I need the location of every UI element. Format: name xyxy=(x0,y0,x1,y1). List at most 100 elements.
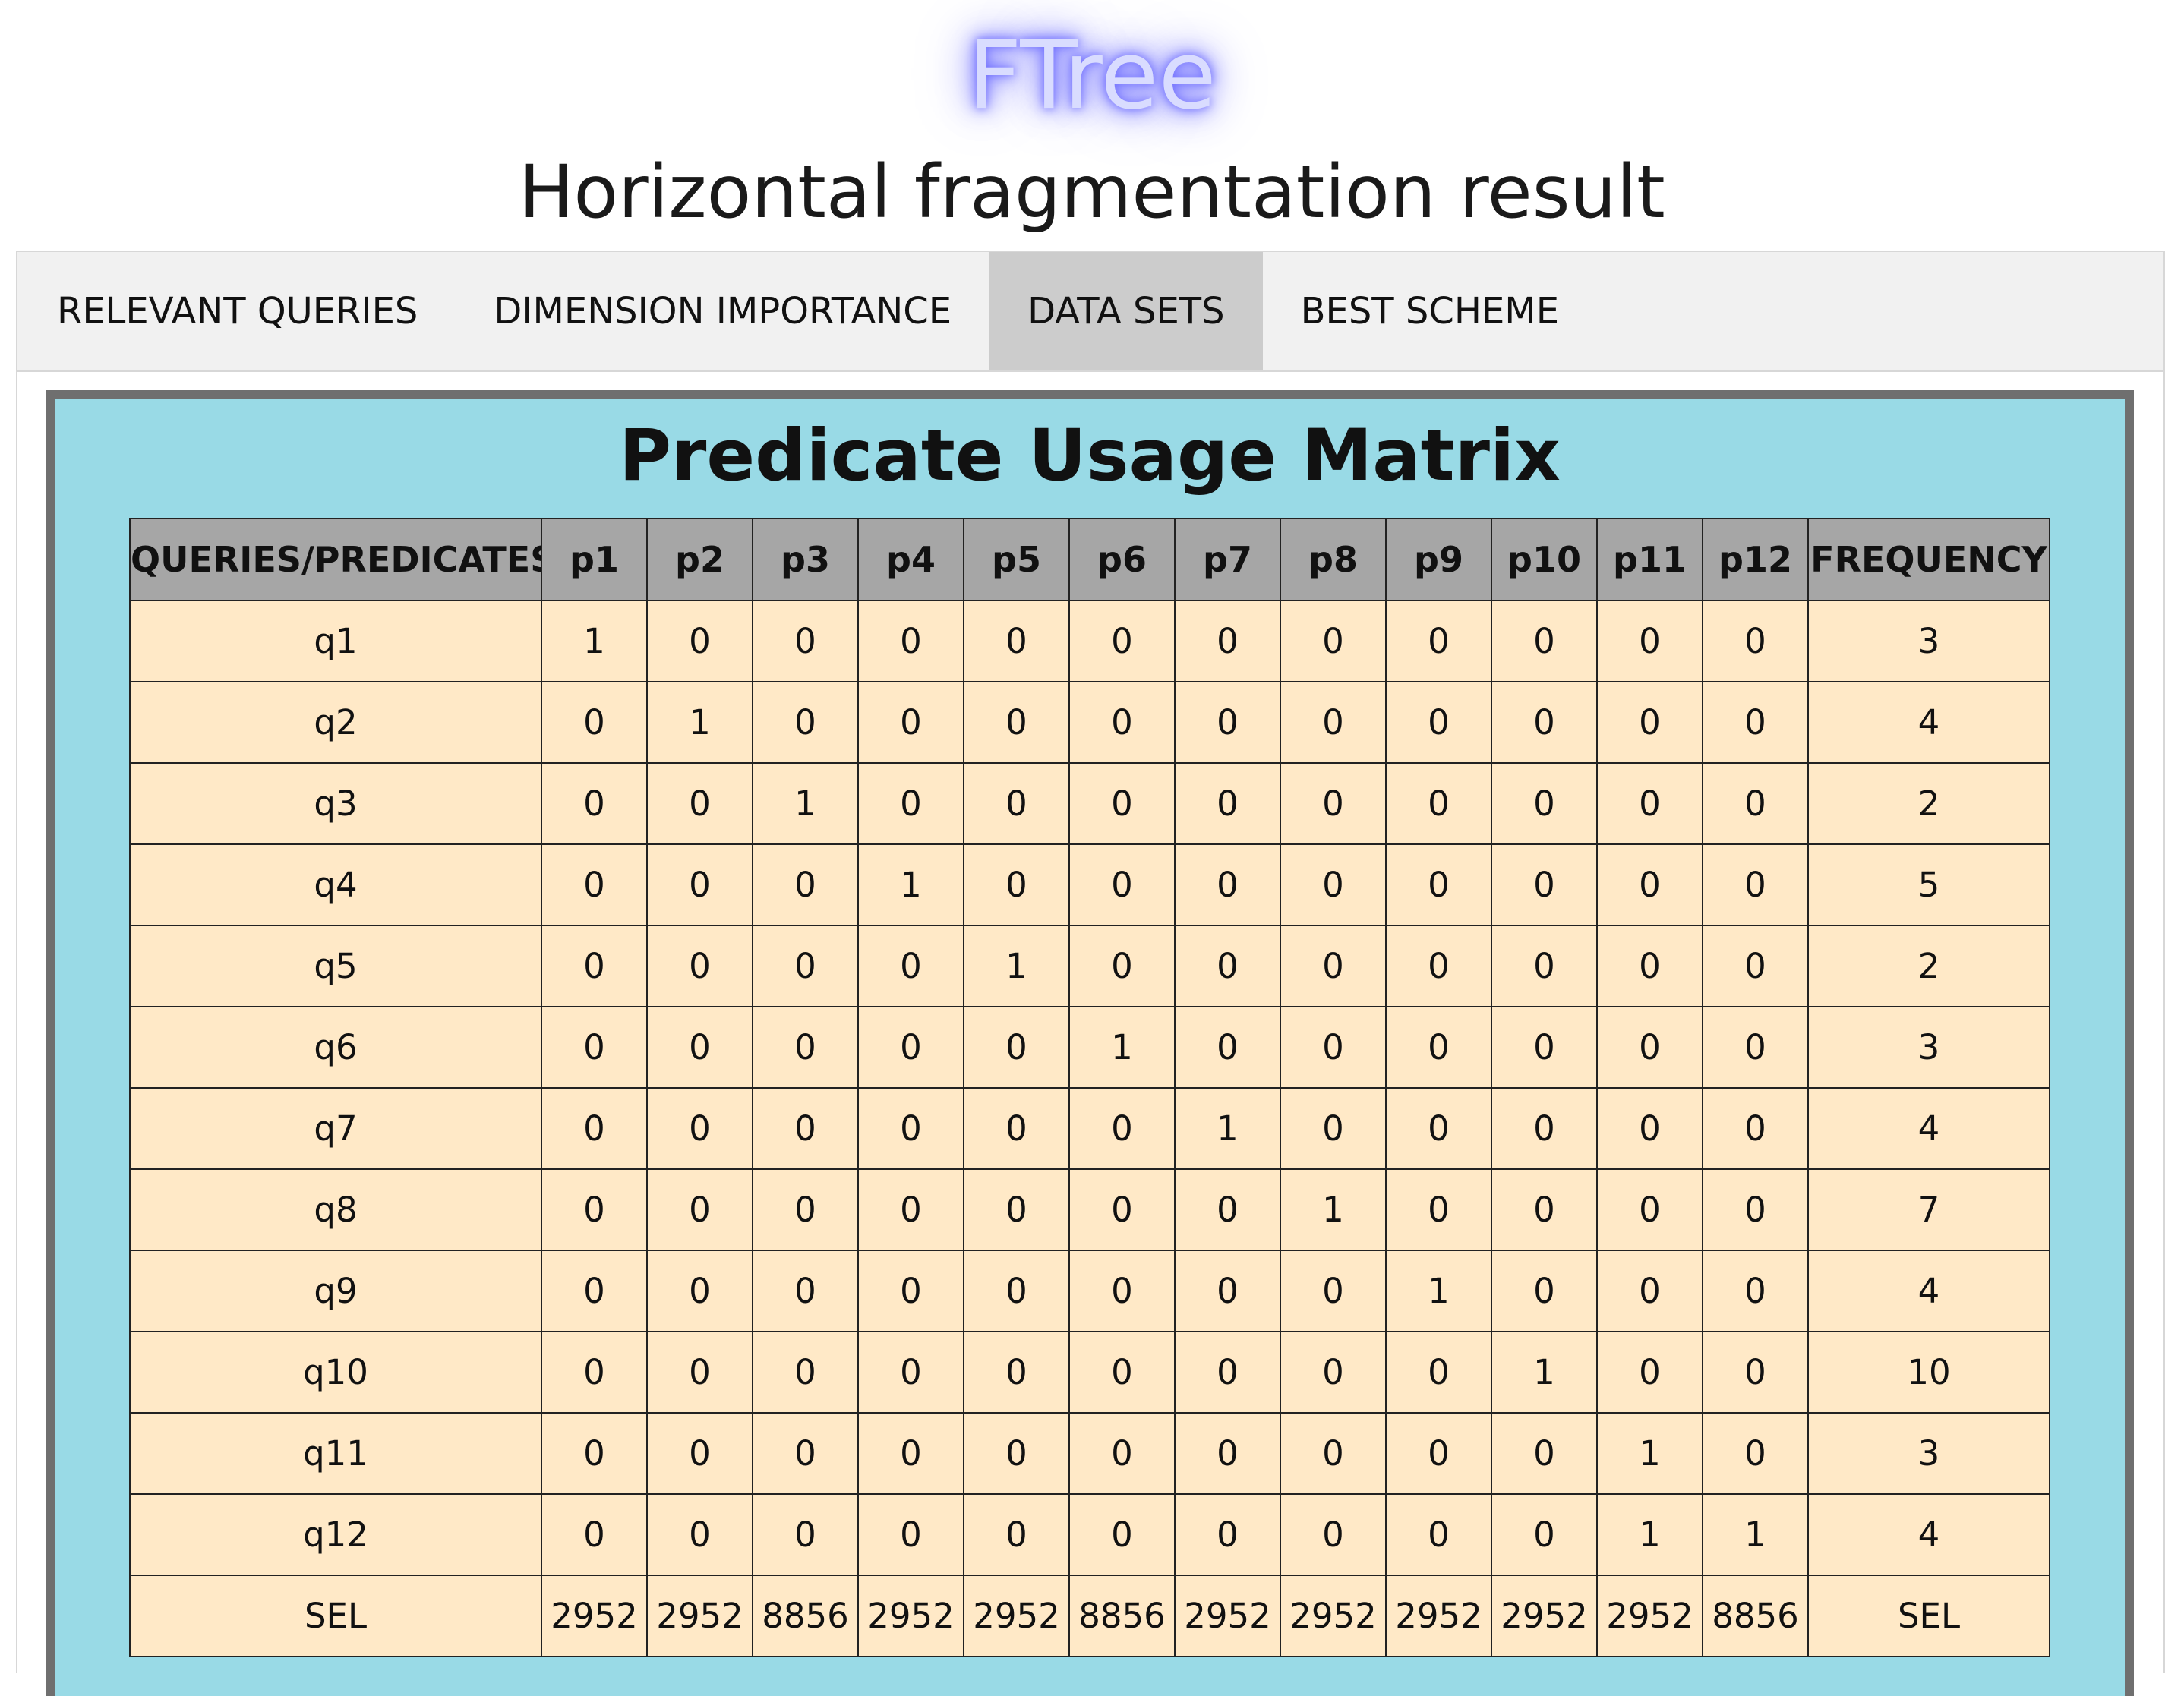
matrix-cell: 0 xyxy=(1280,1006,1387,1089)
matrix-cell: 0 xyxy=(1068,1250,1176,1332)
matrix-panel: Predicate Usage Matrix QUERIES/PREDICATE… xyxy=(46,390,2134,1696)
matrix-cell: 8856 xyxy=(752,1575,859,1657)
matrix-cell: 0 xyxy=(1174,925,1281,1007)
column-header-predicate: p8 xyxy=(1280,518,1387,601)
matrix-cell: 0 xyxy=(1596,681,1703,764)
table-row: q5 0 0 0 0 1 0 0 0 0 0 0 0 2 xyxy=(129,925,2050,1007)
matrix-cell: 2 xyxy=(1807,925,2050,1007)
row-label-cell: q5 xyxy=(129,925,542,1007)
table-row: q4 0 0 0 1 0 0 0 0 0 0 0 0 5 xyxy=(129,843,2050,926)
tab-relevant-queries[interactable]: RELEVANT QUERIES xyxy=(17,252,456,370)
matrix-cell: 3 xyxy=(1807,1006,2050,1089)
matrix-cell: 0 xyxy=(646,762,753,845)
matrix-cell: 0 xyxy=(1702,1331,1809,1414)
tab-data-sets[interactable]: DATA SETS xyxy=(989,252,1263,370)
table-row: q11 0 0 0 0 0 0 0 0 0 0 1 0 3 xyxy=(129,1412,2050,1495)
panel-title: Predicate Usage Matrix xyxy=(619,415,1561,497)
matrix-cell: 0 xyxy=(1491,1087,1598,1170)
row-label-cell: q12 xyxy=(129,1493,542,1576)
matrix-cell: 1 xyxy=(752,762,859,845)
column-header-predicate: p11 xyxy=(1596,518,1703,601)
matrix-cell: 0 xyxy=(1174,600,1281,682)
table-row: q12 0 0 0 0 0 0 0 0 0 0 1 1 4 xyxy=(129,1493,2050,1576)
matrix-cell: 0 xyxy=(1385,1412,1492,1495)
table-row: q1 1 0 0 0 0 0 0 0 0 0 0 0 3 xyxy=(129,600,2050,682)
matrix-cell: 0 xyxy=(1280,600,1387,682)
table-header-row: QUERIES/PREDICATES p1 p2 p3 p4 p5 p6 p7 p8 p9 p10 p… xyxy=(129,518,2050,601)
matrix-cell: 0 xyxy=(1491,600,1598,682)
table-row: q9 0 0 0 0 0 0 0 0 1 0 0 0 4 xyxy=(129,1250,2050,1332)
matrix-cell: 0 xyxy=(752,925,859,1007)
tab-dimension-importance[interactable]: DIMENSION IMPORTANCE xyxy=(456,252,989,370)
matrix-cell: 2952 xyxy=(541,1575,648,1657)
matrix-cell: 1 xyxy=(1174,1087,1281,1170)
page-title: Horizontal fragmentation result xyxy=(519,150,1665,235)
matrix-cell: 0 xyxy=(1596,1250,1703,1332)
matrix-cell: 0 xyxy=(1385,1331,1492,1414)
matrix-cell: 0 xyxy=(1280,925,1387,1007)
matrix-cell: 0 xyxy=(1068,762,1176,845)
column-header-predicate: p6 xyxy=(1068,518,1176,601)
matrix-cell: 0 xyxy=(857,1168,964,1251)
matrix-cell: 0 xyxy=(963,1006,1070,1089)
column-header-frequency: FREQUENCY xyxy=(1807,518,2050,601)
matrix-cell: 0 xyxy=(1596,925,1703,1007)
matrix-cell: 0 xyxy=(541,1006,648,1089)
column-header-predicate: p3 xyxy=(752,518,859,601)
matrix-cell: 0 xyxy=(1174,762,1281,845)
matrix-cell: 0 xyxy=(752,1493,859,1576)
matrix-cell: 0 xyxy=(752,681,859,764)
table-row: q2 0 1 0 0 0 0 0 0 0 0 0 0 4 xyxy=(129,681,2050,764)
matrix-cell: 0 xyxy=(752,1250,859,1332)
matrix-cell: 0 xyxy=(541,1493,648,1576)
matrix-cell: 0 xyxy=(646,1168,753,1251)
matrix-cell: 1 xyxy=(1596,1493,1703,1576)
matrix-cell: 0 xyxy=(646,1412,753,1495)
row-label-cell: q11 xyxy=(129,1412,542,1495)
matrix-cell: 0 xyxy=(1596,1006,1703,1089)
matrix-cell: 0 xyxy=(963,1168,1070,1251)
matrix-cell: 0 xyxy=(1491,1250,1598,1332)
matrix-cell: 0 xyxy=(1491,843,1598,926)
matrix-cell: 0 xyxy=(1280,1087,1387,1170)
column-header-predicate: p12 xyxy=(1702,518,1809,601)
matrix-cell: 0 xyxy=(1385,681,1492,764)
matrix-cell: 0 xyxy=(646,1006,753,1089)
matrix-cell: 0 xyxy=(1174,1412,1281,1495)
matrix-cell: 1 xyxy=(1596,1412,1703,1495)
matrix-cell: 0 xyxy=(1385,843,1492,926)
matrix-cell: 0 xyxy=(1491,1412,1598,1495)
tab-best-scheme[interactable]: BEST SCHEME xyxy=(1263,252,1597,370)
row-label-cell: q3 xyxy=(129,762,542,845)
row-label-cell: q1 xyxy=(129,600,542,682)
matrix-cell: 0 xyxy=(1702,1006,1809,1089)
matrix-cell: 0 xyxy=(752,600,859,682)
matrix-cell: 0 xyxy=(541,1087,648,1170)
matrix-cell: 2952 xyxy=(1596,1575,1703,1657)
matrix-cell: 2952 xyxy=(963,1575,1070,1657)
matrix-cell: 0 xyxy=(1068,1168,1176,1251)
matrix-cell: 0 xyxy=(1596,843,1703,926)
matrix-cell: 0 xyxy=(1280,843,1387,926)
column-header-predicate: p7 xyxy=(1174,518,1281,601)
matrix-cell: 0 xyxy=(1702,600,1809,682)
matrix-cell: 0 xyxy=(1174,1493,1281,1576)
matrix-cell: 3 xyxy=(1807,600,2050,682)
app-logo: FTree xyxy=(967,21,1217,131)
matrix-cell: 0 xyxy=(1596,1168,1703,1251)
matrix-cell: 0 xyxy=(1491,925,1598,1007)
matrix-cell: 2952 xyxy=(1385,1575,1492,1657)
matrix-cell: 2952 xyxy=(1174,1575,1281,1657)
matrix-cell: 0 xyxy=(1385,762,1492,845)
matrix-cell: 0 xyxy=(646,1331,753,1414)
tab-bar: RELEVANT QUERIES DIMENSION IMPORTANCE DA… xyxy=(16,251,2165,372)
matrix-cell: 0 xyxy=(646,843,753,926)
matrix-cell: 0 xyxy=(857,681,964,764)
matrix-cell: 1 xyxy=(963,925,1070,1007)
matrix-cell: 0 xyxy=(1280,1412,1387,1495)
matrix-cell: 0 xyxy=(1385,925,1492,1007)
matrix-cell: 0 xyxy=(1068,1493,1176,1576)
matrix-cell: 0 xyxy=(1174,1250,1281,1332)
matrix-cell: 0 xyxy=(752,1412,859,1495)
column-header-predicate: p10 xyxy=(1491,518,1598,601)
